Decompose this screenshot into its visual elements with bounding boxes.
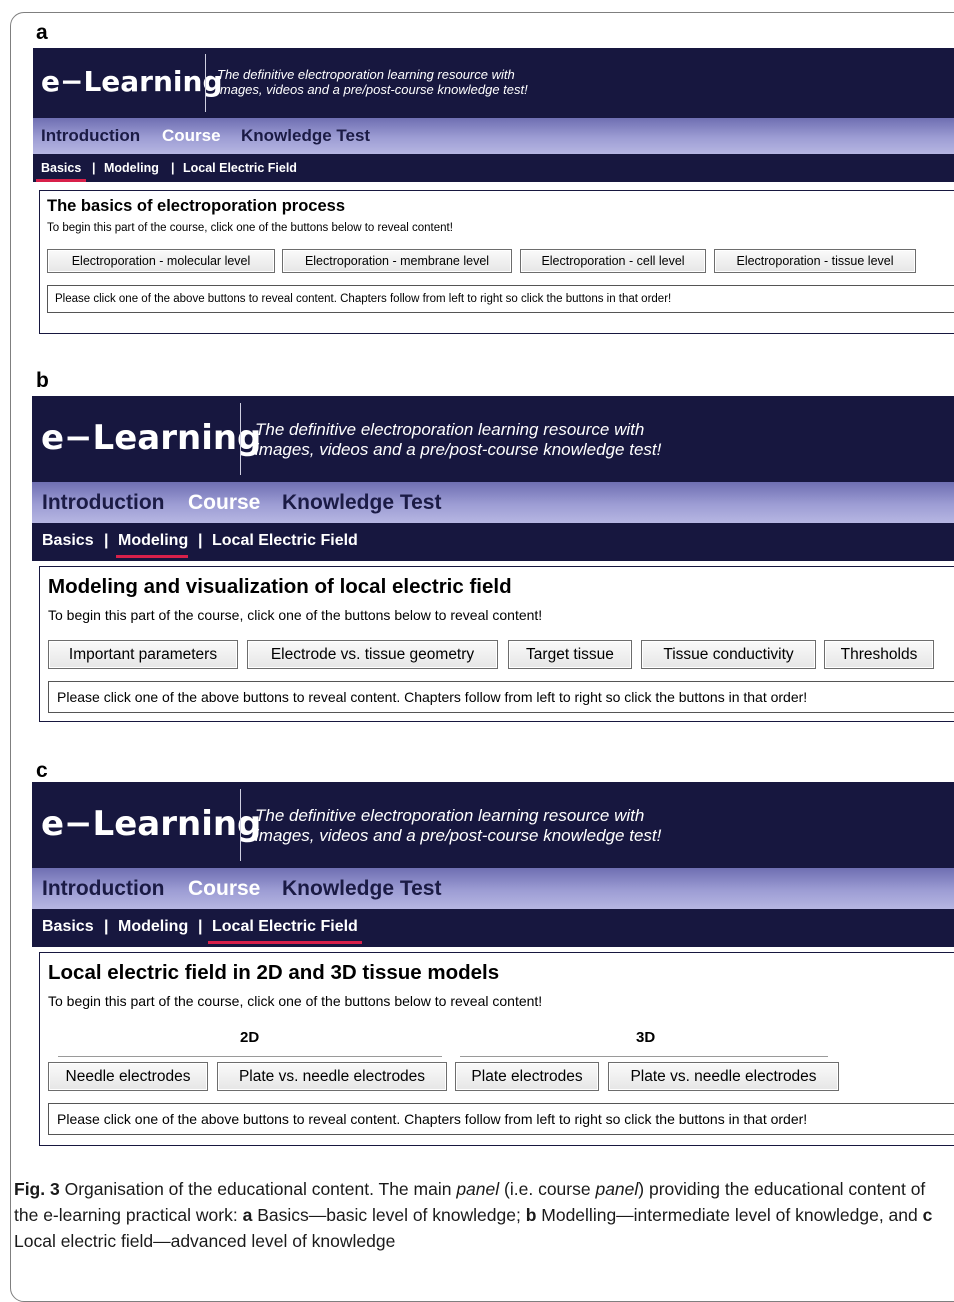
button-tissue-level[interactable]: Electroporation - tissue level xyxy=(714,249,916,273)
main-nav: Introduction Course Knowledge Test xyxy=(32,868,954,909)
subnav-separator: | xyxy=(92,161,96,175)
subnav-modeling[interactable]: Modeling xyxy=(118,918,188,936)
main-nav: Introduction Course Knowledge Test xyxy=(32,482,954,523)
site-header: e−Learning The definitive electroporatio… xyxy=(32,396,954,482)
figure-caption: Fig. 3 Organisation of the educational c… xyxy=(14,1176,944,1254)
subnav-separator: | xyxy=(198,918,203,935)
nav-introduction[interactable]: Introduction xyxy=(41,126,140,146)
section-title: Local electric field in 2D and 3D tissue… xyxy=(48,961,500,984)
header-divider xyxy=(240,402,241,476)
site-logo[interactable]: e−Learning xyxy=(41,65,223,98)
subnav-local-electric-field[interactable]: Local Electric Field xyxy=(212,532,358,550)
button-important-parameters[interactable]: Important parameters xyxy=(48,640,238,669)
sub-nav: Basics | Modeling | Local Electric Field xyxy=(32,523,954,561)
caption-text: Organisation of the educational content.… xyxy=(64,1179,452,1199)
nav-course[interactable]: Course xyxy=(188,491,260,515)
caption-ref-c: c xyxy=(922,1205,933,1225)
caption-text: (i.e. course xyxy=(504,1179,591,1199)
caption-ref-a: a xyxy=(242,1205,253,1225)
site-tagline: The definitive electroporation learning … xyxy=(255,420,662,459)
subnav-separator: | xyxy=(198,532,203,549)
caption-ref-b: b xyxy=(525,1205,537,1225)
header-divider xyxy=(240,788,241,862)
subnav-modeling[interactable]: Modeling xyxy=(104,161,159,175)
subnav-separator: | xyxy=(171,161,175,175)
course-content: Local electric field in 2D and 3D tissue… xyxy=(39,952,954,1146)
site-logo[interactable]: e−Learning xyxy=(41,804,261,844)
header-divider xyxy=(205,53,206,113)
course-content: The basics of electroporation process To… xyxy=(39,190,954,334)
subnav-modeling[interactable]: Modeling xyxy=(118,532,188,550)
subnav-basics[interactable]: Basics xyxy=(42,532,94,550)
sub-nav: Basics | Modeling | Local Electric Field xyxy=(33,154,954,182)
elearning-panel-c: e−Learning The definitive electroporatio… xyxy=(32,782,954,1146)
caption-italic: panel xyxy=(456,1179,500,1199)
section-intro: To begin this part of the course, click … xyxy=(48,993,543,1009)
main-nav: Introduction Course Knowledge Test xyxy=(33,118,954,154)
active-tab-underline xyxy=(208,941,362,944)
button-plate-electrodes-3d[interactable]: Plate electrodes xyxy=(455,1062,599,1091)
active-tab-underline xyxy=(116,555,188,558)
panel-label-b: b xyxy=(36,369,49,392)
active-tab-underline xyxy=(36,179,86,182)
button-needle-electrodes-2d[interactable]: Needle electrodes xyxy=(48,1062,208,1091)
section-intro: To begin this part of the course, click … xyxy=(47,222,453,234)
button-molecular-level[interactable]: Electroporation - molecular level xyxy=(47,249,275,273)
site-header: e−Learning The definitive electroporatio… xyxy=(32,782,954,868)
group-label-2d: 2D xyxy=(240,1029,260,1046)
panel-label-c: c xyxy=(36,759,48,782)
group-divider-3d xyxy=(460,1056,828,1057)
nav-course[interactable]: Course xyxy=(162,126,221,146)
subnav-separator: | xyxy=(104,532,109,549)
button-thresholds[interactable]: Thresholds xyxy=(824,640,934,669)
section-intro: To begin this part of the course, click … xyxy=(48,607,543,623)
site-logo[interactable]: e−Learning xyxy=(41,418,261,458)
nav-introduction[interactable]: Introduction xyxy=(42,491,164,515)
subnav-separator: | xyxy=(104,918,109,935)
button-electrode-vs-tissue-geometry[interactable]: Electrode vs. tissue geometry xyxy=(247,640,498,669)
subnav-local-electric-field[interactable]: Local Electric Field xyxy=(212,918,358,936)
nav-course[interactable]: Course xyxy=(188,877,260,901)
elearning-panel-a: e−Learning The definitive electroporatio… xyxy=(33,48,954,338)
nav-introduction[interactable]: Introduction xyxy=(42,877,164,901)
caption-italic: panel xyxy=(595,1179,639,1199)
button-membrane-level[interactable]: Electroporation - membrane level xyxy=(282,249,512,273)
nav-knowledge-test[interactable]: Knowledge Test xyxy=(241,126,370,146)
subnav-basics[interactable]: Basics xyxy=(41,161,81,175)
subnav-local-electric-field[interactable]: Local Electric Field xyxy=(183,161,297,175)
group-divider-2d xyxy=(58,1056,442,1057)
nav-knowledge-test[interactable]: Knowledge Test xyxy=(282,491,441,515)
subnav-basics[interactable]: Basics xyxy=(42,918,94,936)
nav-knowledge-test[interactable]: Knowledge Test xyxy=(282,877,441,901)
sub-nav: Basics | Modeling | Local Electric Field xyxy=(32,909,954,947)
content-message: Please click one of the above buttons to… xyxy=(48,681,954,713)
content-message: Please click one of the above buttons to… xyxy=(48,1103,954,1135)
panel-label-a: a xyxy=(36,21,48,44)
group-label-3d: 3D xyxy=(636,1029,656,1046)
button-tissue-conductivity[interactable]: Tissue conductivity xyxy=(641,640,816,669)
section-title: The basics of electroporation process xyxy=(47,197,345,215)
section-title: Modeling and visualization of local elec… xyxy=(48,575,512,598)
button-target-tissue[interactable]: Target tissue xyxy=(508,640,632,669)
site-tagline: The definitive electroporation learning … xyxy=(217,67,528,97)
caption-text: Modelling—intermediate level of knowledg… xyxy=(541,1205,918,1225)
caption-text: Local electric field—advanced level of k… xyxy=(14,1231,396,1251)
content-message: Please click one of the above buttons to… xyxy=(47,285,954,313)
course-content: Modeling and visualization of local elec… xyxy=(39,566,954,722)
elearning-panel-b: e−Learning The definitive electroporatio… xyxy=(32,396,954,726)
caption-label: Fig. 3 xyxy=(14,1179,60,1199)
button-plate-vs-needle-electrodes-3d[interactable]: Plate vs. needle electrodes xyxy=(608,1062,839,1091)
site-tagline: The definitive electroporation learning … xyxy=(255,806,662,845)
site-header: e−Learning The definitive electroporatio… xyxy=(33,48,954,118)
caption-text: Basics—basic level of knowledge; xyxy=(257,1205,521,1225)
button-cell-level[interactable]: Electroporation - cell level xyxy=(520,249,706,273)
button-plate-vs-needle-electrodes-2d[interactable]: Plate vs. needle electrodes xyxy=(217,1062,447,1091)
